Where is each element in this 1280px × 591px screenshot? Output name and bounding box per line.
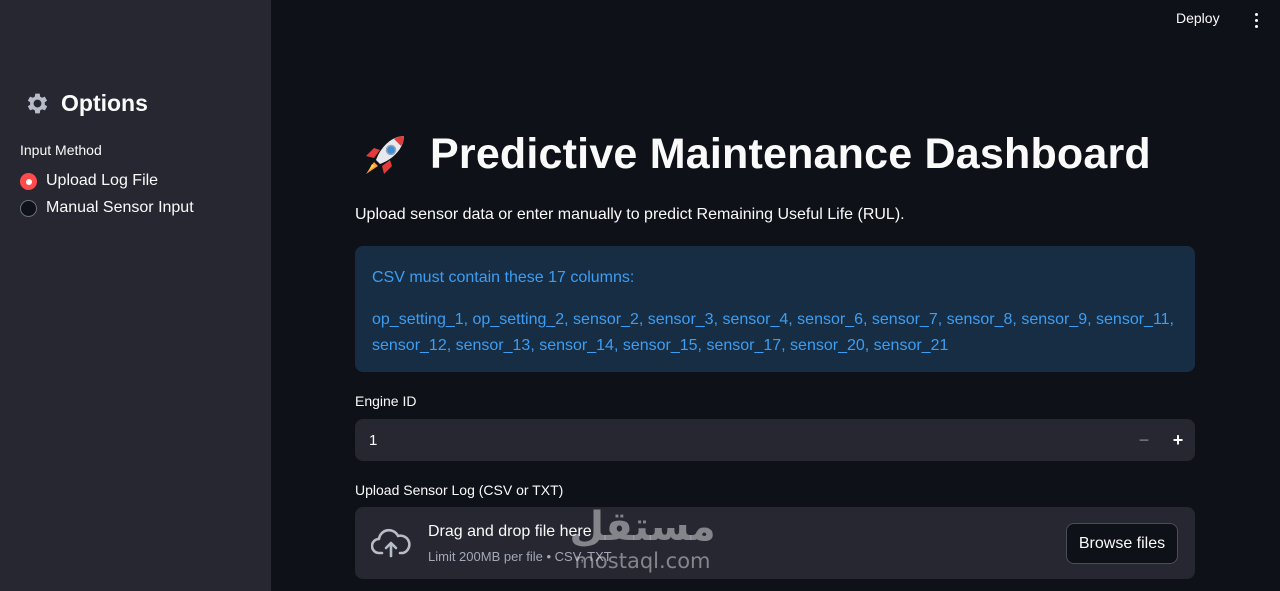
rocket-icon: [366, 136, 404, 174]
radio-label-manual: Manual Sensor Input: [46, 199, 194, 216]
file-uploader-dropzone[interactable]: Drag and drop file here Limit 200MB per …: [355, 507, 1195, 579]
info-alert: CSV must contain these 17 columns: op_se…: [355, 246, 1195, 372]
cloud-upload-icon: [371, 528, 411, 558]
gear-icon: [27, 93, 48, 114]
file-limit-text: Limit 200MB per file • CSV, TXT: [428, 549, 612, 564]
radio-label-upload: Upload Log File: [46, 172, 159, 189]
drop-instructions: Drag and drop file here: [428, 523, 592, 540]
engine-id-label: Engine ID: [355, 393, 417, 409]
uploader-label: Upload Sensor Log (CSV or TXT): [355, 482, 564, 498]
page-title: Predictive Maintenance Dashboard: [360, 128, 1151, 180]
sidebar-title: Options: [24, 90, 148, 117]
info-heading: CSV must contain these 17 columns:: [372, 269, 635, 286]
radio-upload-log-file[interactable]: Upload Log File: [20, 172, 158, 190]
deploy-button[interactable]: Deploy: [1176, 10, 1236, 30]
radio-manual-sensor-input[interactable]: Manual Sensor Input: [20, 199, 194, 217]
radio-unselected-indicator[interactable]: [20, 199, 37, 217]
page-subtitle: Upload sensor data or enter manually to …: [355, 206, 905, 223]
sidebar: Options Input Method Upload Log File Man…: [0, 0, 271, 591]
kebab-menu-icon[interactable]: [1250, 10, 1262, 30]
browse-files-button[interactable]: Browse files: [1066, 523, 1178, 564]
sidebar-title-text: Options: [61, 90, 148, 116]
engine-id-stepper: 1 − +: [355, 419, 1195, 461]
decrement-button[interactable]: −: [1127, 419, 1161, 461]
page-title-text: Predictive Maintenance Dashboard: [430, 129, 1151, 178]
engine-id-input[interactable]: 1: [355, 432, 1127, 449]
increment-button[interactable]: +: [1161, 419, 1195, 461]
radio-selected-indicator[interactable]: [20, 172, 37, 190]
info-columns-line-2: sensor_12, sensor_13, sensor_14, sensor_…: [372, 337, 949, 354]
info-columns-line-1: op_setting_1, op_setting_2, sensor_2, se…: [372, 311, 1174, 328]
input-method-label: Input Method: [20, 142, 102, 158]
